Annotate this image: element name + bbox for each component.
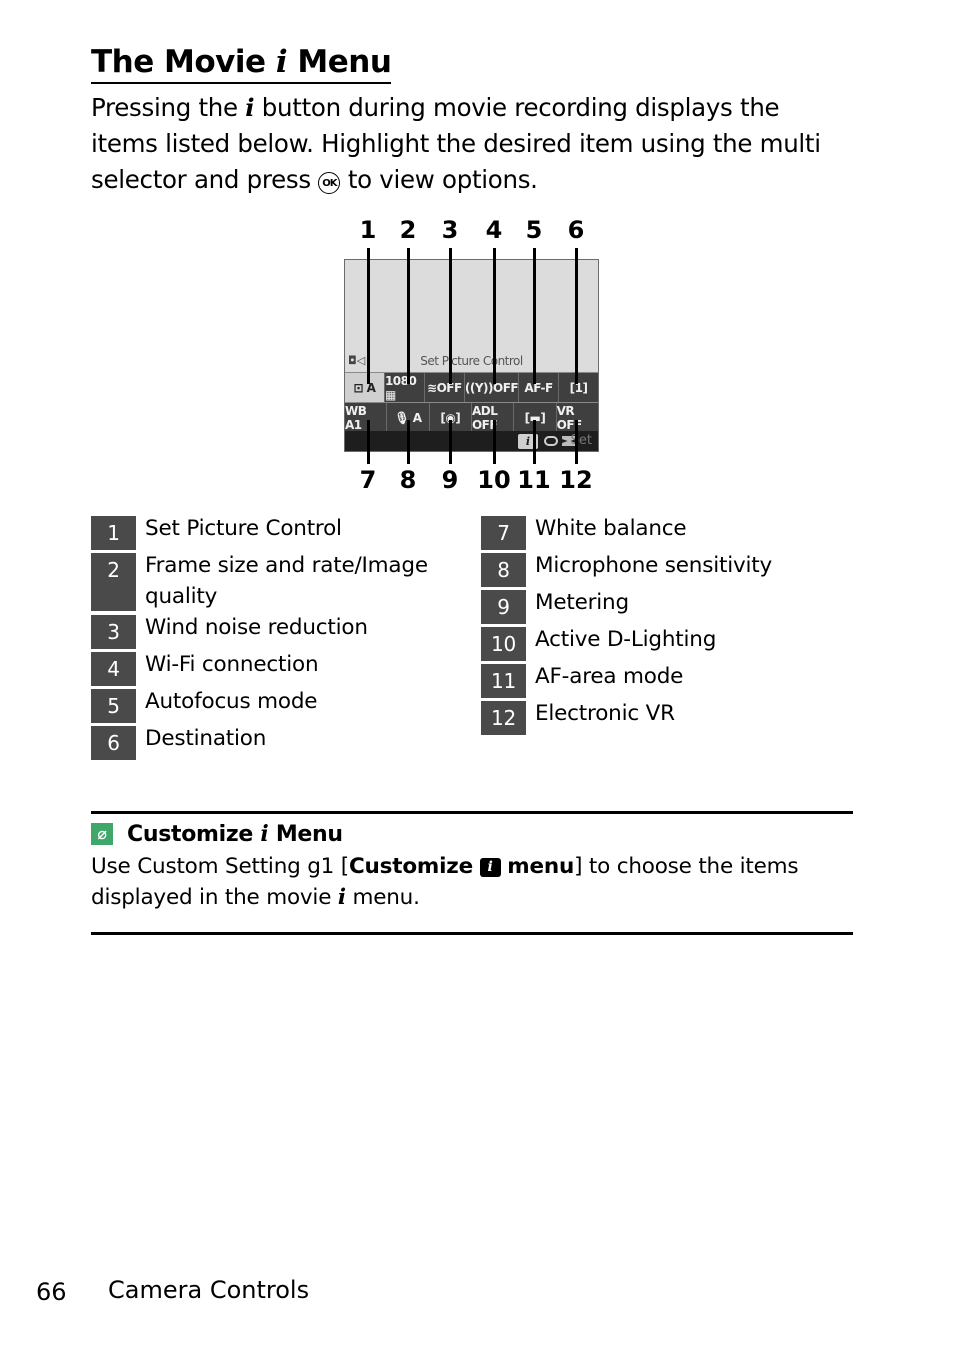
callout-number: 4 xyxy=(485,216,503,244)
number-badge: 11 xyxy=(481,664,526,698)
frame-size-cell[interactable]: 1080 ▦ xyxy=(383,373,424,402)
callout-number: 3 xyxy=(441,216,459,244)
callout-number: 2 xyxy=(399,216,417,244)
i-button-glyph: i xyxy=(260,821,269,847)
legend-label: Autofocus mode xyxy=(145,689,318,714)
legend-item: 12 Electronic VR xyxy=(481,701,851,735)
callout-leader-line xyxy=(449,420,452,464)
paperclip-icon: ⌀ xyxy=(91,823,113,845)
white-balance-cell[interactable]: WB A1 xyxy=(345,403,387,432)
callout-number: 12 xyxy=(559,466,593,494)
i-button-glyph: i xyxy=(275,44,288,80)
callout-leader-line xyxy=(407,248,410,384)
callout-leader-line xyxy=(493,420,496,464)
callout-leader-line xyxy=(449,248,452,384)
legend-item: 10 Active D-Lighting xyxy=(481,627,851,661)
i-menu-row-1: ⊡ A 1080 ▦ ≋OFF ((Y))OFF AF-F [1] xyxy=(345,372,598,402)
callout-number: 10 xyxy=(477,466,511,494)
intro-paragraph: Pressing the i button during movie recor… xyxy=(91,93,821,194)
screen-bottom-bar: i Set xyxy=(345,431,598,451)
callout-leader-line xyxy=(533,420,536,464)
legend-item: 2 Frame size and rate/Image quality xyxy=(91,553,461,612)
destination-cell[interactable]: [1] xyxy=(558,373,598,402)
number-badge: 10 xyxy=(481,627,526,661)
tip-heading: ⌀ Customize i Menu xyxy=(91,821,343,847)
section-name: Camera Controls xyxy=(108,1276,310,1304)
callout-number: 6 xyxy=(567,216,585,244)
legend-label: Frame size and rate/Image quality xyxy=(145,553,428,609)
callout-leader-line xyxy=(575,248,578,384)
legend-label: White balance xyxy=(535,516,687,541)
i-button-glyph: i xyxy=(337,885,346,910)
number-badge: 7 xyxy=(481,516,526,550)
legend-label: Destination xyxy=(145,726,267,751)
i-button-glyph: i xyxy=(245,93,255,122)
legend-right: 7 White balance 8 Microphone sensitivity… xyxy=(481,516,851,738)
set-label: Set xyxy=(570,433,592,448)
page-title: The Movie i Menu xyxy=(91,42,392,84)
tip-body: Use Custom Setting g1 [Customize i menu]… xyxy=(91,854,799,910)
return-icon xyxy=(544,436,558,446)
legend-item: 5 Autofocus mode xyxy=(91,689,461,723)
legend-label: AF-area mode xyxy=(535,664,684,689)
legend-label: Electronic VR xyxy=(535,701,675,726)
callout-leader-line xyxy=(533,248,536,384)
camera-screen: ◘◁ Set Picture Control ⊡ A 1080 ▦ ≋OFF (… xyxy=(344,259,599,452)
page-number: 66 xyxy=(36,1278,67,1306)
legend-label: Wi-Fi connection xyxy=(145,652,319,677)
callout-leader-line xyxy=(407,420,410,464)
callout-leader-line xyxy=(575,420,578,464)
wifi-cell[interactable]: ((Y))OFF xyxy=(463,373,519,402)
number-badge: 4 xyxy=(91,652,136,686)
legend-item: 6 Destination xyxy=(91,726,461,760)
callout-number: 11 xyxy=(517,466,551,494)
wind-noise-cell[interactable]: ≋OFF xyxy=(423,373,464,402)
i-menu-grid: ⊡ A 1080 ▦ ≋OFF ((Y))OFF AF-F [1] WB A1 … xyxy=(345,372,598,432)
callout-number: 5 xyxy=(525,216,543,244)
autofocus-mode-cell[interactable]: AF-F xyxy=(518,373,559,402)
legend-item: 11 AF-area mode xyxy=(481,664,851,698)
number-badge: 6 xyxy=(91,726,136,760)
callout-leader-line xyxy=(367,420,370,464)
legend-label: Set Picture Control xyxy=(145,516,342,541)
number-badge: 12 xyxy=(481,701,526,735)
legend-item: 7 White balance xyxy=(481,516,851,550)
callout-number: 7 xyxy=(359,466,377,494)
callout-leader-line xyxy=(367,248,370,384)
i-button-icon: i xyxy=(479,858,501,877)
legend-item: 3 Wind noise reduction xyxy=(91,615,461,649)
callout-number: 8 xyxy=(399,466,417,494)
legend-item: 1 Set Picture Control xyxy=(91,516,461,550)
legend-label: Active D-Lighting xyxy=(535,627,717,652)
tip-bottom-rule xyxy=(91,932,853,935)
legend-item: 9 Metering xyxy=(481,590,851,624)
number-badge: 8 xyxy=(481,553,526,587)
callout-number: 1 xyxy=(359,216,377,244)
number-badge: 5 xyxy=(91,689,136,723)
legend-label: Microphone sensitivity xyxy=(535,553,773,578)
number-badge: 3 xyxy=(91,615,136,649)
number-badge: 9 xyxy=(481,590,526,624)
tip-top-rule xyxy=(91,811,853,814)
legend-left: 1 Set Picture Control 2 Frame size and r… xyxy=(91,516,461,763)
number-badge: 2 xyxy=(91,553,136,611)
callout-number: 9 xyxy=(441,466,459,494)
ok-button-icon: OK xyxy=(318,172,341,194)
picture-control-cell[interactable]: ⊡ A xyxy=(345,373,384,402)
i-menu-row-2: WB A1 🎙 A [◉] ADL OFF [▬] VR OFF xyxy=(345,402,598,432)
number-badge: 1 xyxy=(91,516,136,550)
callout-leader-line xyxy=(493,248,496,384)
legend-item: 8 Microphone sensitivity xyxy=(481,553,851,587)
legend-label: Metering xyxy=(535,590,629,615)
legend-label: Wind noise reduction xyxy=(145,615,368,640)
screen-item-title: Set Picture Control xyxy=(420,354,523,368)
legend-item: 4 Wi-Fi connection xyxy=(91,652,461,686)
